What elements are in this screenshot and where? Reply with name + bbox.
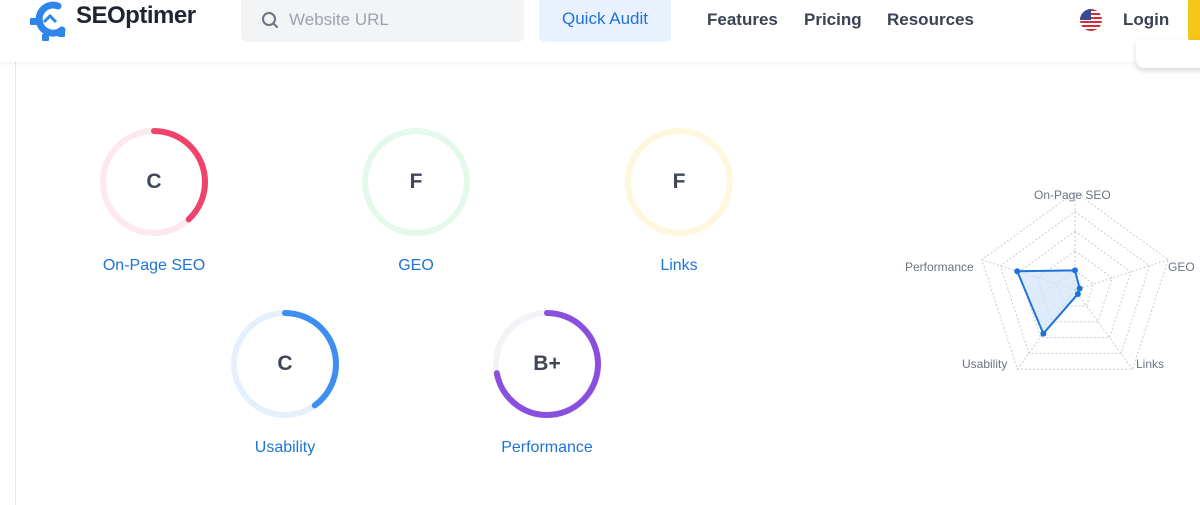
label-links[interactable]: Links bbox=[579, 257, 779, 275]
quick-audit-button[interactable]: Quick Audit bbox=[539, 0, 671, 42]
nav-pricing[interactable]: Pricing bbox=[804, 10, 862, 30]
score-ring-usability: C bbox=[229, 308, 341, 420]
radar-point-3 bbox=[1040, 330, 1047, 337]
label-onpage-seo[interactable]: On-Page SEO bbox=[54, 257, 254, 275]
label-usability[interactable]: Usability bbox=[185, 439, 385, 457]
radar-data-polygon bbox=[1015, 269, 1081, 336]
radar-label-geo: GEO bbox=[1168, 260, 1195, 274]
radar-label-links: Links bbox=[1136, 357, 1165, 371]
brand-name: SEOptimer bbox=[76, 2, 196, 29]
score-ring-geo: F bbox=[360, 126, 472, 238]
radar-point-2 bbox=[1074, 290, 1081, 297]
content-divider bbox=[15, 62, 16, 505]
search-box[interactable] bbox=[241, 0, 524, 42]
radar-point-4 bbox=[1014, 268, 1021, 275]
radar-label-usability: Usability bbox=[962, 357, 1008, 371]
score-ring-performance: B+ bbox=[491, 308, 603, 420]
signup-button[interactable] bbox=[1188, 0, 1200, 43]
brand-logo[interactable]: SEOptimer bbox=[28, 0, 208, 44]
gear-logo-icon bbox=[30, 1, 66, 41]
grade-links: F bbox=[672, 170, 686, 193]
radar-chart: On-Page SEO GEO Links Usability Performa… bbox=[880, 170, 1200, 390]
radar-axis-line bbox=[1074, 259, 1169, 291]
grade-performance: B+ bbox=[533, 352, 561, 375]
us-flag-icon[interactable] bbox=[1080, 9, 1102, 31]
nav-resources[interactable]: Resources bbox=[887, 10, 974, 30]
label-geo[interactable]: GEO bbox=[316, 257, 516, 275]
grade-onpage-seo: C bbox=[146, 170, 162, 193]
top-nav-bar: SEOptimer Quick Audit Features Pricing R… bbox=[0, 0, 1200, 62]
search-icon bbox=[262, 12, 278, 28]
grade-geo: F bbox=[409, 170, 423, 193]
radar-point-1 bbox=[1076, 285, 1083, 292]
score-ring-links: F bbox=[623, 126, 735, 238]
login-link[interactable]: Login bbox=[1123, 10, 1169, 30]
radar-label-performance: Performance bbox=[905, 260, 974, 274]
score-ring-onpage-seo: C bbox=[98, 126, 210, 238]
nav-features[interactable]: Features bbox=[707, 10, 778, 30]
radar-axis-line bbox=[1074, 289, 1134, 370]
grade-usability: C bbox=[277, 352, 293, 375]
radar-point-0 bbox=[1072, 267, 1078, 274]
website-url-input[interactable] bbox=[287, 6, 511, 34]
radar-label-onpage-seo: On-Page SEO bbox=[1034, 188, 1111, 202]
dropdown-panel-edge bbox=[1136, 40, 1200, 68]
label-performance[interactable]: Performance bbox=[447, 439, 647, 457]
